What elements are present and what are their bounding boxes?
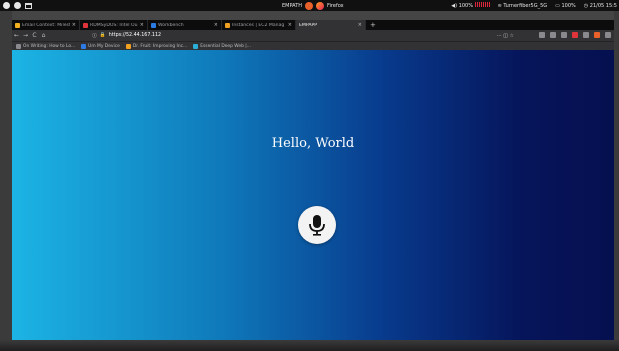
desktop-bottom-edge [0,340,619,351]
forward-button[interactable]: → [21,32,30,39]
back-button[interactable]: ← [12,32,21,39]
desktop-left-edge [0,11,12,351]
home-button[interactable]: ⌂ [39,32,48,39]
battery-icon: ▭ [555,2,560,9]
page-actions-button[interactable]: ··· [497,33,502,39]
os-menu-icon[interactable] [3,2,10,9]
url-text[interactable]: https://52.44.167.112 [109,33,161,38]
sidebar-icon[interactable] [550,32,556,38]
info-icon[interactable]: ⓘ [92,32,97,39]
close-icon[interactable]: × [214,22,218,28]
os-top-bar: EMPATH Firefox ◀) 100% ≋ Turnerfiber5G_5… [0,0,619,11]
tab-email-context[interactable]: Email Context: Milestone × [12,20,80,30]
extension-adblock-icon[interactable] [572,32,578,38]
page-heading: Hello, World [271,136,355,151]
app-icon[interactable] [305,1,314,10]
clock[interactable]: ◷ 21/05 15:5 [584,3,617,9]
volume-bars-icon [474,2,490,7]
battery-indicator[interactable]: ▭ 100% [555,3,576,9]
volume-indicator[interactable]: ◀) 100% [451,2,490,9]
page-viewport: Hello, World [12,50,614,340]
firefox-icon[interactable] [316,1,325,10]
os-taskbar-center: EMPATH Firefox [282,0,344,11]
os-app-label[interactable]: EMPATH [282,3,302,9]
tab-favicon-icon [15,22,20,28]
url-bar[interactable]: ⓘ 🔒 https://52.44.167.112 ··· ◫ ☆ [92,32,514,40]
close-icon[interactable]: × [140,22,144,28]
lock-warning-icon: 🔒 [99,33,106,38]
os-window-icon[interactable] [25,2,32,9]
extension-icon[interactable] [583,32,589,38]
tab-favicon-icon [151,22,156,28]
reload-button[interactable]: C [30,32,39,39]
browser-nav-bar: ← → C ⌂ ⓘ 🔒 https://52.44.167.112 ··· ◫ … [12,30,614,41]
bookmark-item[interactable]: Um My Device [81,43,120,49]
bookmark-favicon-icon [193,43,199,49]
os-browser-label[interactable]: Firefox [327,3,344,9]
tab-favicon-icon [83,22,88,28]
speaker-icon: ◀) [451,3,458,9]
wifi-indicator[interactable]: ≋ Turnerfiber5G_5G [498,3,548,9]
bookmark-favicon-icon [16,43,21,49]
new-tab-button[interactable]: + [366,21,376,29]
browser-tab-strip: Email Context: Milestone × RDMSyDOS: Int… [12,20,614,30]
desktop-right-edge [614,11,619,351]
microphone-icon [309,215,325,236]
library-icon[interactable] [539,32,545,38]
microphone-button[interactable] [298,206,336,244]
bookmark-star-icon[interactable]: ☆ [510,33,514,39]
bookmark-item[interactable]: On Writing: How to Lo... [16,43,75,49]
wifi-icon: ≋ [497,2,502,9]
close-icon[interactable]: × [358,22,362,28]
tab-favicon-icon [225,22,230,28]
bookmark-item[interactable]: Dr. Fruit: Improving Inc... [125,43,187,49]
toolbar-icons [539,32,611,38]
extension-orange-icon[interactable] [594,32,600,38]
url-actions: ··· ◫ ☆ [497,33,514,39]
bookmark-favicon-icon [125,43,131,49]
os-settings-icon[interactable] [14,2,21,9]
pocket-icon[interactable]: ◫ [503,33,508,39]
close-icon[interactable]: × [288,22,292,28]
clock-icon: ◷ [583,2,589,9]
close-icon[interactable]: × [72,22,76,28]
bookmark-item[interactable]: Essential Deep Web |... [193,43,251,49]
bookmark-favicon-icon [81,43,87,49]
bookmarks-toolbar: On Writing: How to Lo... Um My Device Dr… [12,41,614,50]
tab-workbench[interactable]: Workbench × [148,20,222,30]
tab-rdmsydos[interactable]: RDMSyDOS: Intel Ou.St × [80,20,148,30]
tab-empapp[interactable]: EMPAPP × [296,20,366,30]
hamburger-menu-icon[interactable] [605,32,611,38]
desktop-strip [0,11,619,20]
tab-ec2-instances[interactable]: Instances | EC2 Manag × [222,20,296,30]
account-icon[interactable] [561,32,567,38]
